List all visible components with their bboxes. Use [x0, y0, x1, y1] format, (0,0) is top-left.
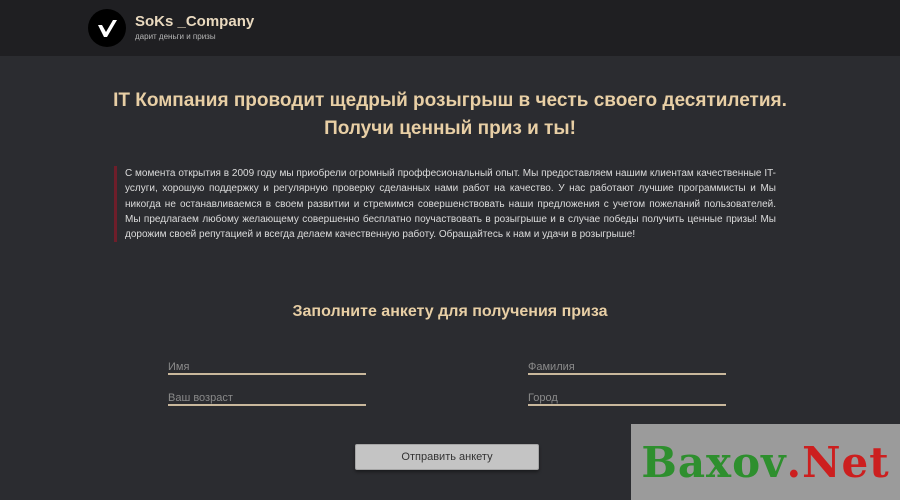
submit-button[interactable]: Отправить анкету	[355, 444, 539, 470]
surname-input[interactable]	[528, 359, 726, 375]
watermark-part-1: Baxov	[641, 437, 787, 487]
age-input[interactable]	[168, 390, 366, 406]
city-input[interactable]	[528, 390, 726, 406]
watermark-part-2: .Net	[786, 437, 890, 487]
page-title-line-1: IT Компания проводит щедрый розыгрыш в ч…	[113, 90, 787, 111]
page: SoKs _Company дарит деньги и призы IT Ко…	[0, 0, 900, 500]
name-field	[168, 357, 366, 375]
brand-name[interactable]: SoKs _Company	[135, 13, 254, 30]
brand-tagline: дарит деньги и призы	[135, 32, 216, 41]
page-title-line-2: Получи ценный приз и ты!	[324, 118, 576, 139]
surname-field	[528, 357, 726, 375]
page-title: IT Компания проводит щедрый розыгрыш в ч…	[100, 87, 800, 143]
age-field	[168, 388, 366, 406]
site-header: SoKs _Company дарит деньги и призы	[0, 0, 900, 56]
watermark-logo: Baxov .Net	[631, 424, 900, 500]
name-input[interactable]	[168, 359, 366, 375]
form-title: Заполните анкету для получения приза	[292, 303, 608, 320]
checkmark-logo-icon[interactable]	[88, 9, 126, 47]
city-field	[528, 388, 726, 406]
intro-paragraph: С момента открытия в 2009 году мы приобр…	[114, 166, 776, 243]
